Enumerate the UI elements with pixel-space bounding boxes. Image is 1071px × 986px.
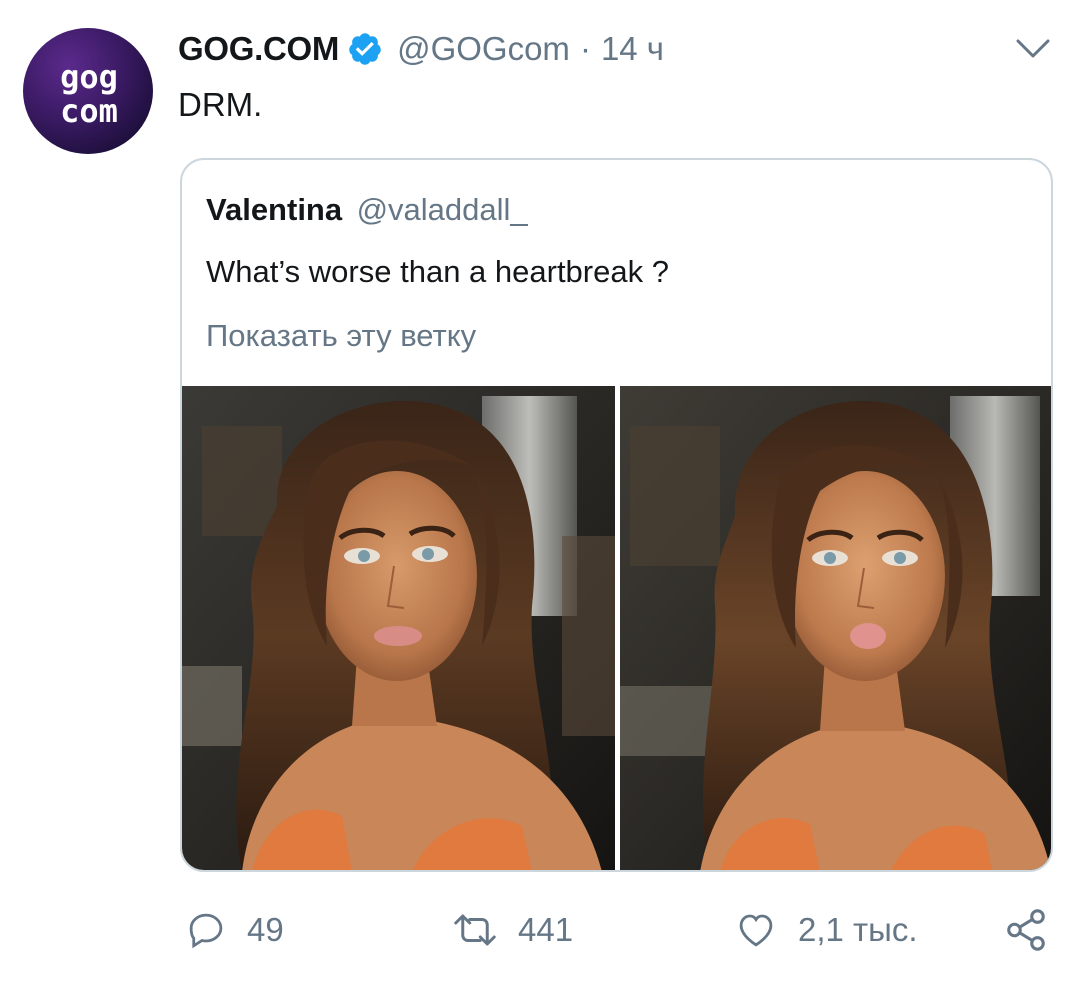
separator-dot: ·: [579, 30, 591, 67]
like-icon: [739, 914, 773, 947]
quoted-tweet-text: What’s worse than a heartbreak ?: [206, 254, 669, 289]
reply-count: 49: [247, 911, 284, 948]
quoted-tweet-card[interactable]: Valentina @valaddall_ What’s worse than …: [180, 158, 1053, 872]
like-button[interactable]: 2,1 тыс.: [734, 900, 918, 960]
reply-icon: [189, 913, 223, 949]
tweet-actions: 49 441 2,1 тыс.: [0, 900, 1071, 960]
photo-grid: [182, 386, 1051, 870]
gog-logo: gog com: [60, 58, 118, 128]
timestamp[interactable]: 14 ч: [601, 30, 664, 68]
selfie-photo-2[interactable]: [620, 386, 1051, 870]
retweet-icon: [454, 914, 496, 946]
author-handle[interactable]: @GOGcom: [397, 30, 570, 68]
avatar-logo-line2: com: [60, 92, 118, 128]
quoted-author-handle: @valaddall_: [356, 192, 528, 227]
like-count: 2,1 тыс.: [798, 911, 918, 948]
quoted-author-name: Valentina: [206, 192, 343, 227]
tweet-header: GOG.COM @GOGcom · 14 ч: [178, 30, 664, 68]
share-icon: [1007, 909, 1045, 951]
reply-button[interactable]: 49: [185, 900, 284, 960]
retweet-button[interactable]: 441: [452, 900, 573, 960]
author-name[interactable]: GOG.COM: [178, 30, 339, 68]
quoted-tweet-header: Valentina @valaddall_: [206, 192, 528, 228]
tweet-text: DRM.: [178, 86, 263, 123]
show-thread-link[interactable]: Показать эту ветку: [206, 318, 476, 354]
retweet-count: 441: [518, 911, 574, 948]
share-button[interactable]: [1002, 900, 1050, 960]
avatar[interactable]: gog com: [23, 28, 153, 154]
avatar-logo-line1: gog: [60, 58, 118, 96]
verified-icon: [349, 33, 381, 65]
selfie-photo-1[interactable]: [182, 386, 615, 870]
chevron-down-icon[interactable]: [1015, 38, 1051, 60]
